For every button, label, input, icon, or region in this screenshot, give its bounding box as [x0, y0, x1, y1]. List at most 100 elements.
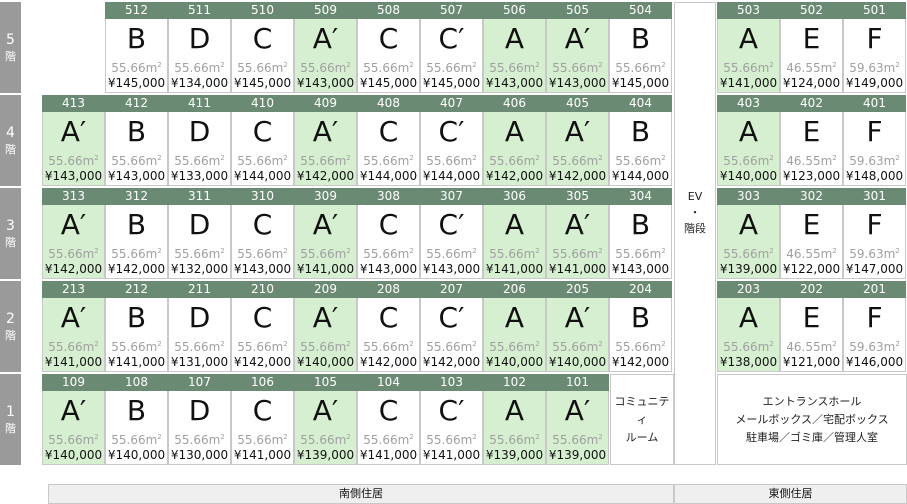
area-value: 55.66 — [426, 154, 461, 168]
unit-type: C — [378, 22, 399, 55]
unit-card[interactable]: 101 A′ 55.66m2 ¥139,000 — [546, 374, 609, 467]
unit-card[interactable]: 204 B 55.66m2 ¥142,000 — [609, 281, 672, 374]
unit-card[interactable]: 213 A′ 55.66m2 ¥141,000 — [42, 281, 105, 374]
unit-area: 55.66m2 — [421, 429, 482, 448]
unit-card[interactable]: 404 B 55.66m2 ¥144,000 — [609, 95, 672, 188]
unit-number: 201 — [843, 281, 906, 298]
unit-type: C — [378, 301, 399, 334]
unit-area: 55.66m2 — [43, 336, 104, 355]
unit-body: A′ 55.66m2 ¥143,000 — [42, 112, 105, 186]
unit-card[interactable]: 104 C 55.66m2 ¥141,000 — [357, 374, 420, 467]
unit-number: 203 — [717, 281, 780, 298]
unit-card[interactable]: 105 A′ 55.66m2 ¥139,000 — [294, 374, 357, 467]
unit-card[interactable]: 109 A′ 55.66m2 ¥140,000 — [42, 374, 105, 467]
area-exponent: 2 — [472, 61, 477, 69]
unit-card[interactable]: 407 C′ 55.66m2 ¥144,000 — [420, 95, 483, 188]
unit-card[interactable]: 312 B 55.66m2 ¥142,000 — [105, 188, 168, 281]
area-unit: m — [586, 154, 599, 168]
unit-card[interactable]: 408 C 55.66m2 ¥144,000 — [357, 95, 420, 188]
unit-card[interactable]: 103 C′ 55.66m2 ¥141,000 — [420, 374, 483, 467]
entrance-area: エントランスホール メールボックス／宅配ボックス 駐車場／ゴミ庫／管理人室 — [717, 374, 907, 465]
unit-body: C 55.66m2 ¥141,000 — [231, 391, 294, 465]
unit-card[interactable]: 509 A′ 55.66m2 ¥143,000 — [294, 2, 357, 95]
unit-card[interactable]: 107 D 55.66m2 ¥130,000 — [168, 374, 231, 467]
floor-label: 2階 — [0, 281, 21, 372]
unit-card[interactable]: 208 C 55.66m2 ¥142,000 — [357, 281, 420, 374]
unit-number: 302 — [780, 188, 843, 205]
unit-card[interactable]: 508 C 55.66m2 ¥145,000 — [357, 2, 420, 95]
unit-area: 55.66m2 — [43, 150, 104, 169]
unit-card[interactable]: 501 F 59.63m2 ¥149,000 — [843, 2, 906, 95]
area-unit: m — [649, 61, 662, 75]
unit-card[interactable]: 402 E 46.55m2 ¥123,000 — [780, 95, 843, 188]
area-value: 55.66 — [48, 154, 83, 168]
unit-card[interactable]: 401 F 59.63m2 ¥148,000 — [843, 95, 906, 188]
unit-card[interactable]: 405 A′ 55.66m2 ¥142,000 — [546, 95, 609, 188]
unit-card[interactable]: 308 C 55.66m2 ¥143,000 — [357, 188, 420, 281]
unit-card[interactable]: 411 D 55.66m2 ¥133,000 — [168, 95, 231, 188]
unit-card[interactable]: 207 C′ 55.66m2 ¥142,000 — [420, 281, 483, 374]
unit-card[interactable]: 303 A 55.66m2 ¥139,000 — [717, 188, 780, 281]
unit-body: C 55.66m2 ¥143,000 — [357, 205, 420, 279]
unit-card[interactable]: 506 A 55.66m2 ¥143,000 — [483, 2, 546, 95]
unit-card[interactable]: 108 B 55.66m2 ¥140,000 — [105, 374, 168, 467]
unit-type: B — [630, 208, 651, 241]
unit-card[interactable]: 212 B 55.66m2 ¥141,000 — [105, 281, 168, 374]
unit-card[interactable]: 209 A′ 55.66m2 ¥140,000 — [294, 281, 357, 374]
unit-card[interactable]: 504 B 55.66m2 ¥145,000 — [609, 2, 672, 95]
unit-price: ¥143,000 — [296, 76, 355, 90]
unit-card[interactable]: 201 F 59.63m2 ¥146,000 — [843, 281, 906, 374]
unit-type: A — [504, 394, 525, 427]
area-value: 55.66 — [723, 340, 758, 354]
unit-card[interactable]: 406 A 55.66m2 ¥142,000 — [483, 95, 546, 188]
unit-card[interactable]: 512 B 55.66m2 ¥145,000 — [105, 2, 168, 95]
unit-body: A′ 55.66m2 ¥141,000 — [546, 205, 609, 279]
area-value: 55.66 — [426, 433, 461, 447]
unit-card[interactable]: 413 A′ 55.66m2 ¥143,000 — [42, 95, 105, 188]
area-value: 55.66 — [174, 61, 209, 75]
unit-area: 46.55m2 — [781, 150, 842, 169]
unit-card[interactable]: 306 A 55.66m2 ¥141,000 — [483, 188, 546, 281]
unit-card[interactable]: 206 A 55.66m2 ¥140,000 — [483, 281, 546, 374]
unit-card[interactable]: 313 A′ 55.66m2 ¥142,000 — [42, 188, 105, 281]
unit-card[interactable]: 503 A 55.66m2 ¥141,000 — [717, 2, 780, 95]
community-line2: ルーム — [625, 430, 659, 444]
unit-price: ¥130,000 — [170, 448, 229, 462]
unit-card[interactable]: 205 A′ 55.66m2 ¥140,000 — [546, 281, 609, 374]
unit-number: 107 — [168, 374, 231, 391]
unit-card[interactable]: 403 A 55.66m2 ¥140,000 — [717, 95, 780, 188]
unit-card[interactable]: 211 D 55.66m2 ¥131,000 — [168, 281, 231, 374]
unit-card[interactable]: 311 D 55.66m2 ¥132,000 — [168, 188, 231, 281]
unit-card[interactable]: 304 B 55.66m2 ¥143,000 — [609, 188, 672, 281]
unit-price: ¥142,000 — [422, 355, 481, 369]
unit-card[interactable]: 301 F 59.63m2 ¥147,000 — [843, 188, 906, 281]
unit-card[interactable]: 305 A′ 55.66m2 ¥141,000 — [546, 188, 609, 281]
unit-card[interactable]: 203 A 55.66m2 ¥138,000 — [717, 281, 780, 374]
unit-area: 55.66m2 — [547, 57, 608, 76]
unit-body: B 55.66m2 ¥142,000 — [609, 298, 672, 372]
area-value: 59.63 — [849, 340, 884, 354]
unit-card[interactable]: 505 A′ 55.66m2 ¥143,000 — [546, 2, 609, 95]
unit-price: ¥141,000 — [719, 76, 778, 90]
unit-card[interactable]: 507 C′ 55.66m2 ¥145,000 — [420, 2, 483, 95]
unit-area: 55.66m2 — [718, 336, 779, 355]
floor-number: 4 — [6, 125, 15, 141]
unit-card[interactable]: 302 E 46.55m2 ¥122,000 — [780, 188, 843, 281]
unit-card[interactable]: 510 C 55.66m2 ¥145,000 — [231, 2, 294, 95]
unit-number: 212 — [105, 281, 168, 298]
unit-card[interactable]: 102 A 55.66m2 ¥139,000 — [483, 374, 546, 467]
unit-card[interactable]: 202 E 46.55m2 ¥121,000 — [780, 281, 843, 374]
unit-card[interactable]: 106 C 55.66m2 ¥141,000 — [231, 374, 294, 467]
area-exponent: 2 — [661, 61, 666, 69]
unit-card[interactable]: 410 C 55.66m2 ¥144,000 — [231, 95, 294, 188]
unit-card[interactable]: 210 C 55.66m2 ¥142,000 — [231, 281, 294, 374]
unit-type: B — [126, 301, 147, 334]
unit-card[interactable]: 309 A′ 55.66m2 ¥141,000 — [294, 188, 357, 281]
area-value: 55.66 — [426, 61, 461, 75]
unit-card[interactable]: 307 C′ 55.66m2 ¥143,000 — [420, 188, 483, 281]
unit-card[interactable]: 502 E 46.55m2 ¥124,000 — [780, 2, 843, 95]
unit-card[interactable]: 310 C 55.66m2 ¥143,000 — [231, 188, 294, 281]
unit-card[interactable]: 511 D 55.66m2 ¥134,000 — [168, 2, 231, 95]
unit-card[interactable]: 412 B 55.66m2 ¥143,000 — [105, 95, 168, 188]
unit-card[interactable]: 409 A′ 55.66m2 ¥142,000 — [294, 95, 357, 188]
